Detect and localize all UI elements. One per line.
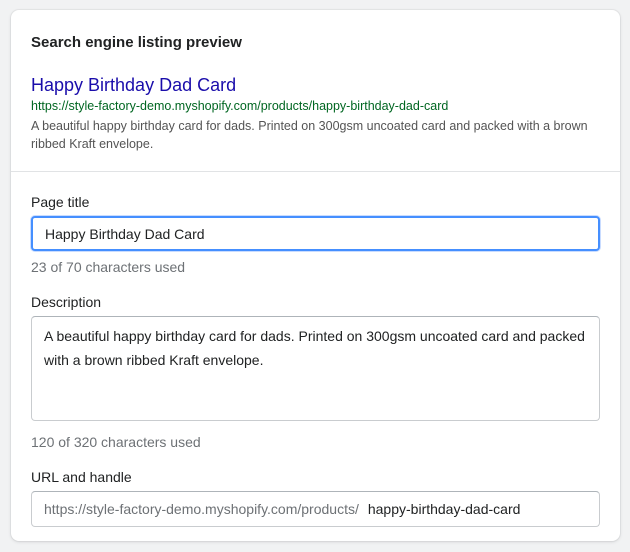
description-textarea[interactable]: A beautiful happy birthday card for dads… bbox=[31, 316, 600, 421]
page-title-input[interactable] bbox=[31, 216, 600, 251]
preview-section: Search engine listing preview Happy Birt… bbox=[11, 10, 620, 172]
url-handle-label: URL and handle bbox=[31, 469, 132, 485]
description-label: Description bbox=[31, 294, 102, 310]
page-title-field: Page title 23 of 70 characters used bbox=[31, 193, 600, 276]
url-handle-field: URL and handle https://style-factory-dem… bbox=[31, 468, 600, 527]
page-title-char-count: 23 of 70 characters used bbox=[31, 259, 186, 275]
url-prefix: https://style-factory-demo.myshopify.com… bbox=[44, 501, 359, 517]
preview-title: Happy Birthday Dad Card bbox=[31, 75, 237, 95]
url-handle-input[interactable] bbox=[358, 501, 587, 517]
page-title-label: Page title bbox=[31, 194, 90, 210]
preview-url: https://style-factory-demo.myshopify.com… bbox=[31, 99, 449, 113]
description-field: Description A beautiful happy birthday c… bbox=[31, 293, 600, 451]
card-title: Search engine listing preview bbox=[31, 34, 242, 51]
preview-description: A beautiful happy birthday card for dads… bbox=[31, 119, 588, 151]
description-char-count: 120 of 320 characters used bbox=[31, 434, 201, 450]
seo-preview-card: Search engine listing preview Happy Birt… bbox=[11, 10, 620, 541]
edit-section: Page title 23 of 70 characters used Desc… bbox=[11, 172, 620, 527]
url-handle-input-group: https://style-factory-demo.myshopify.com… bbox=[31, 491, 600, 527]
